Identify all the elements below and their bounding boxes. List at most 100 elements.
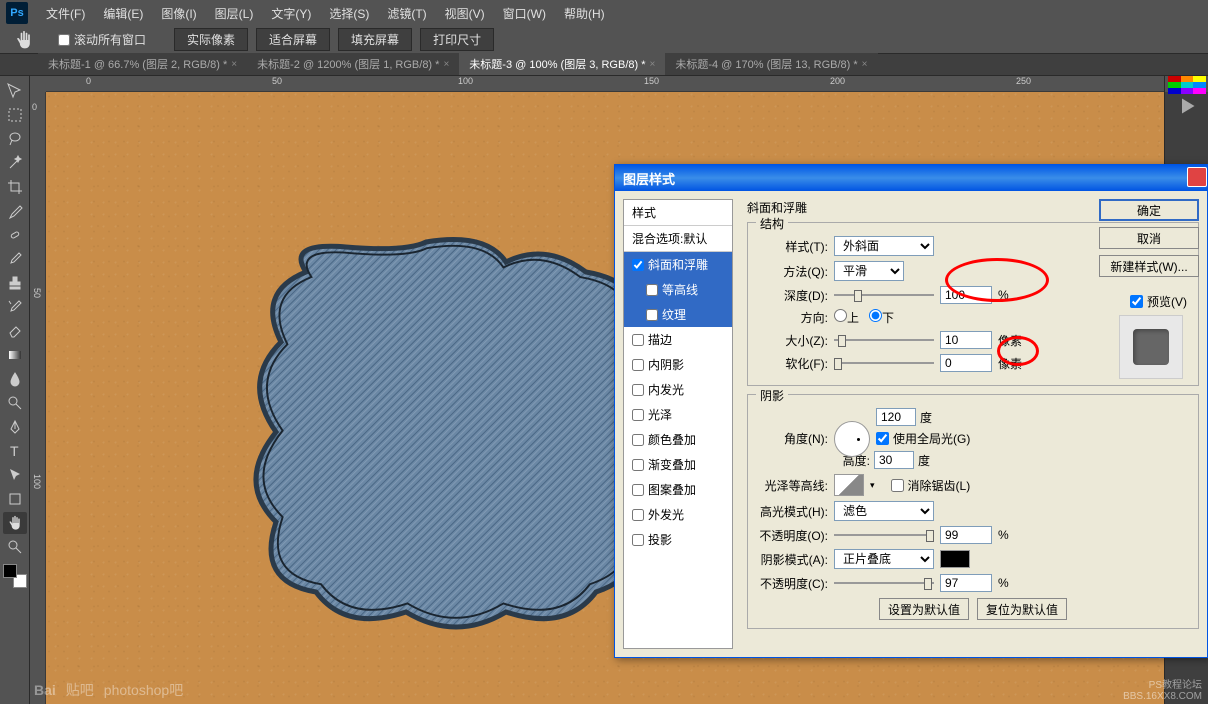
- menu-window[interactable]: 窗口(W): [495, 1, 554, 26]
- shape-tool[interactable]: [3, 488, 27, 510]
- depth-input[interactable]: [940, 286, 992, 304]
- type-tool[interactable]: T: [3, 440, 27, 462]
- style-inner-glow[interactable]: 内发光: [624, 377, 732, 402]
- menu-select[interactable]: 选择(S): [321, 1, 377, 26]
- new-style-button[interactable]: 新建样式(W)...: [1099, 255, 1199, 277]
- style-drop-shadow[interactable]: 投影: [624, 527, 732, 552]
- preview-checkbox[interactable]: 预览(V): [1130, 293, 1187, 310]
- tab-doc1[interactable]: 未标题-1 @ 66.7% (图层 2, RGB/8) *×: [38, 53, 247, 75]
- pen-tool[interactable]: [3, 416, 27, 438]
- print-size-button[interactable]: 打印尺寸: [420, 28, 494, 51]
- tab-doc2[interactable]: 未标题-2 @ 1200% (图层 1, RGB/8) *×: [247, 53, 459, 75]
- move-tool[interactable]: [3, 80, 27, 102]
- antialias-checkbox[interactable]: 消除锯齿(L): [891, 477, 971, 494]
- color-swatches-panel[interactable]: [1168, 76, 1206, 94]
- stamp-tool[interactable]: [3, 272, 27, 294]
- path-select-tool[interactable]: [3, 464, 27, 486]
- close-button[interactable]: [1187, 167, 1207, 187]
- style-gradient-overlay[interactable]: 渐变叠加: [624, 452, 732, 477]
- soften-label: 软化(F):: [758, 355, 828, 372]
- style-inner-shadow[interactable]: 内阴影: [624, 352, 732, 377]
- shadow-mode-label: 阴影模式(A):: [758, 551, 828, 568]
- tab-doc4[interactable]: 未标题-4 @ 170% (图层 13, RGB/8) *×: [665, 53, 877, 75]
- angle-input[interactable]: [876, 408, 916, 426]
- shadow-opacity-input[interactable]: [940, 574, 992, 592]
- depth-slider[interactable]: [834, 286, 934, 304]
- dodge-tool[interactable]: [3, 392, 27, 414]
- shadow-mode-select[interactable]: 正片叠底: [834, 549, 934, 569]
- style-select[interactable]: 外斜面: [834, 236, 934, 256]
- gloss-contour-picker[interactable]: [834, 474, 864, 496]
- cancel-button[interactable]: 取消: [1099, 227, 1199, 249]
- eraser-tool[interactable]: [3, 320, 27, 342]
- hand-tool[interactable]: [3, 512, 27, 534]
- menu-type[interactable]: 文字(Y): [263, 1, 319, 26]
- size-input[interactable]: [940, 331, 992, 349]
- preview-thumbnail: [1119, 315, 1183, 379]
- style-bevel-emboss[interactable]: 斜面和浮雕: [624, 252, 732, 277]
- menu-edit[interactable]: 编辑(E): [95, 1, 151, 26]
- shadow-opacity-slider[interactable]: [834, 574, 934, 592]
- close-icon[interactable]: ×: [650, 59, 656, 70]
- styles-header[interactable]: 样式: [624, 200, 732, 226]
- menu-help[interactable]: 帮助(H): [556, 1, 613, 26]
- angle-label: 角度(N):: [758, 430, 828, 447]
- options-bar: 滚动所有窗口 实际像素 适合屏幕 填充屏幕 打印尺寸: [0, 26, 1208, 54]
- style-color-overlay[interactable]: 颜色叠加: [624, 427, 732, 452]
- style-pattern-overlay[interactable]: 图案叠加: [624, 477, 732, 502]
- global-light-checkbox[interactable]: 使用全局光(G): [876, 430, 970, 447]
- angle-picker[interactable]: [834, 421, 870, 457]
- ok-button[interactable]: 确定: [1099, 199, 1199, 221]
- menu-image[interactable]: 图像(I): [153, 1, 204, 26]
- zoom-tool[interactable]: [3, 536, 27, 558]
- altitude-input[interactable]: [874, 451, 914, 469]
- play-icon[interactable]: [1177, 96, 1197, 116]
- watermark-right: PS教程论坛 BBS.16XX8.COM: [1123, 676, 1202, 702]
- direction-down-radio[interactable]: 下: [869, 309, 894, 326]
- eyedropper-tool[interactable]: [3, 200, 27, 222]
- soften-input[interactable]: [940, 354, 992, 372]
- style-texture[interactable]: 纹理: [624, 302, 732, 327]
- reset-default-button[interactable]: 复位为默认值: [977, 598, 1067, 620]
- technique-select[interactable]: 平滑: [834, 261, 904, 281]
- blur-tool[interactable]: [3, 368, 27, 390]
- blend-options-default[interactable]: 混合选项:默认: [624, 226, 732, 252]
- set-default-button[interactable]: 设置为默认值: [879, 598, 969, 620]
- menu-file[interactable]: 文件(F): [38, 1, 93, 26]
- fit-screen-button[interactable]: 适合屏幕: [256, 28, 330, 51]
- menu-view[interactable]: 视图(V): [437, 1, 493, 26]
- marquee-tool[interactable]: [3, 104, 27, 126]
- dialog-title[interactable]: 图层样式: [615, 165, 1207, 191]
- foreground-color[interactable]: [3, 564, 17, 578]
- actual-pixels-button[interactable]: 实际像素: [174, 28, 248, 51]
- style-stroke[interactable]: 描边: [624, 327, 732, 352]
- highlight-mode-select[interactable]: 滤色: [834, 501, 934, 521]
- style-outer-glow[interactable]: 外发光: [624, 502, 732, 527]
- direction-up-radio[interactable]: 上: [834, 309, 859, 326]
- style-contour[interactable]: 等高线: [624, 277, 732, 302]
- lasso-tool[interactable]: [3, 128, 27, 150]
- close-icon[interactable]: ×: [862, 59, 868, 70]
- brush-tool[interactable]: [3, 248, 27, 270]
- highlight-opacity-slider[interactable]: [834, 526, 934, 544]
- menu-filter[interactable]: 滤镜(T): [379, 1, 434, 26]
- menu-layer[interactable]: 图层(L): [207, 1, 262, 26]
- technique-label: 方法(Q):: [758, 263, 828, 280]
- soften-slider[interactable]: [834, 354, 934, 372]
- close-icon[interactable]: ×: [443, 59, 449, 70]
- wand-tool[interactable]: [3, 152, 27, 174]
- heal-tool[interactable]: [3, 224, 27, 246]
- ruler-horizontal: 0 50 100 150 200 250: [46, 76, 1164, 92]
- fill-screen-button[interactable]: 填充屏幕: [338, 28, 412, 51]
- size-slider[interactable]: [834, 331, 934, 349]
- close-icon[interactable]: ×: [231, 59, 237, 70]
- crop-tool[interactable]: [3, 176, 27, 198]
- highlight-opacity-input[interactable]: [940, 526, 992, 544]
- history-brush-tool[interactable]: [3, 296, 27, 318]
- style-satin[interactable]: 光泽: [624, 402, 732, 427]
- shadow-color-picker[interactable]: [940, 550, 970, 568]
- scroll-all-windows-checkbox[interactable]: 滚动所有窗口: [58, 31, 146, 48]
- gradient-tool[interactable]: [3, 344, 27, 366]
- color-swatches[interactable]: [3, 564, 27, 588]
- tab-doc3[interactable]: 未标题-3 @ 100% (图层 3, RGB/8) *×: [459, 53, 665, 75]
